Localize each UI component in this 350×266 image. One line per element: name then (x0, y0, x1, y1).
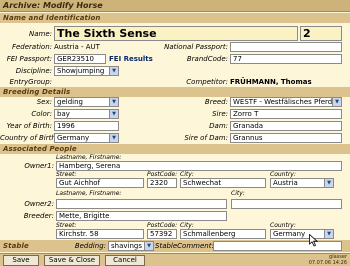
breeder-country-value: Germany (273, 230, 306, 238)
chevron-down-icon: ▼ (109, 134, 118, 142)
bedding-value: shavings (111, 242, 142, 250)
sex-value: gelding (57, 98, 83, 106)
owner1-label: Owner1: (24, 162, 54, 170)
owner2-city-field[interactable] (231, 199, 342, 209)
footer-timestamp: 07.07.06 14:26 (308, 260, 347, 266)
owner2-name-field[interactable] (56, 199, 227, 209)
save-button[interactable]: Save (3, 255, 39, 266)
dam-label: Dam: (209, 122, 228, 130)
chevron-down-icon: ▼ (109, 67, 118, 75)
breeder-label: Breeder: (23, 212, 54, 220)
footer-info: glasser 07.07.06 14:26 (309, 254, 347, 266)
brandcode-field[interactable]: 77 (230, 54, 342, 64)
owner2-label: Owner2: (24, 200, 54, 208)
owner1-country-value: Austria (273, 179, 298, 187)
color-select[interactable]: bay ▼ (54, 109, 119, 119)
competitor-value: FRÜHMANN, Thomas (230, 78, 312, 86)
sire-label: Sire: (212, 110, 228, 118)
bedding-select[interactable]: shavings ▼ (108, 241, 154, 251)
owner1-name-field[interactable]: Hamberg, Serena (56, 161, 342, 171)
federation-value: Austria - AUT (54, 43, 100, 51)
country-of-birth-select[interactable]: Germany ▼ (54, 133, 119, 143)
year-of-birth-field[interactable]: 1996 (54, 121, 119, 131)
stable-comment-field[interactable] (213, 241, 342, 251)
cancel-button[interactable]: Cancel (105, 255, 145, 266)
owner1-postcode-field[interactable]: 2320 (147, 178, 177, 188)
sex-label: Sex: (36, 98, 52, 106)
sire-field[interactable]: Zorro T (230, 109, 342, 119)
section-associated-people: Associated People (0, 144, 350, 154)
window-title: Archive: Modify Horse (0, 0, 350, 12)
stable-comment-label: StableComment: (155, 242, 214, 250)
country-of-birth-label: Country of Birth: (0, 134, 59, 142)
country-of-birth-value: Germany (57, 134, 90, 142)
owner2-city-caption: City: (231, 190, 245, 197)
federation-label: Federation: (11, 43, 52, 51)
mouse-cursor-icon (309, 234, 318, 247)
chevron-down-icon: ▼ (324, 230, 333, 238)
breed-label: Breed: (204, 98, 228, 106)
sire-of-dam-label: Sire of Dam: (184, 134, 228, 142)
chevron-down-icon: ▼ (332, 98, 341, 106)
brandcode-label: BrandCode: (186, 55, 228, 63)
horse-number-field[interactable]: 2 (300, 26, 342, 41)
chevron-down-icon: ▼ (324, 179, 333, 187)
fei-passport-field[interactable]: GER23510 (54, 54, 106, 64)
national-passport-field[interactable] (230, 42, 342, 52)
chevron-down-icon: ▼ (109, 110, 118, 118)
dam-field[interactable]: Granada (230, 121, 342, 131)
owner1-country-select[interactable]: Austria ▼ (270, 178, 334, 188)
name-label: Name: (28, 30, 52, 38)
breeder-city-field[interactable]: Schmallenberg (180, 229, 266, 239)
horse-name-field[interactable]: The Sixth Sense (54, 26, 298, 41)
discipline-label: Discipline: (15, 67, 52, 75)
fei-results-link[interactable]: FEI Results (109, 54, 153, 64)
competitor-label: Competitor: (186, 78, 228, 86)
discipline-select[interactable]: Showjumping ▼ (54, 66, 119, 76)
sire-of-dam-field[interactable]: Grannus (230, 133, 342, 143)
owner2-name-caption: Lastname, Firstname: (56, 190, 122, 197)
year-of-birth-label: Year of Birth: (6, 122, 52, 130)
section-name-identification: Name and Identification (0, 13, 350, 23)
owner1-city-field[interactable]: Schwechat (180, 178, 266, 188)
stable-heading: Stable (3, 242, 29, 250)
sex-select[interactable]: gelding ▼ (54, 97, 119, 107)
owner1-street-field[interactable]: Gut Aichhof (56, 178, 144, 188)
fei-passport-label: FEI Passport: (6, 55, 52, 63)
breeder-name-field[interactable]: Mette, Brigitte (56, 211, 227, 221)
breeder-country-select[interactable]: Germany ▼ (270, 229, 334, 239)
section-breeding-details: Breeding Details (0, 87, 350, 97)
entrygroup-label: EntryGroup: (9, 78, 52, 86)
bedding-label: Bedding: (74, 242, 106, 250)
breeder-street-field[interactable]: Kirchstr. 58 (56, 229, 144, 239)
discipline-value: Showjumping (57, 67, 105, 75)
footer-bar: Save Save & Close Cancel glasser 07.07.0… (0, 253, 350, 266)
breed-select[interactable]: WESTF - Westfälisches Pferde ▼ (230, 97, 342, 107)
breeder-postcode-field[interactable]: 57392 (147, 229, 177, 239)
chevron-down-icon: ▼ (109, 98, 118, 106)
national-passport-label: National Passport: (164, 43, 228, 51)
save-close-button[interactable]: Save & Close (44, 255, 100, 266)
color-value: bay (57, 110, 70, 118)
chevron-down-icon: ▼ (144, 242, 153, 250)
color-label: Color: (31, 110, 52, 118)
breed-value: WESTF - Westfälisches Pferde (233, 98, 337, 106)
